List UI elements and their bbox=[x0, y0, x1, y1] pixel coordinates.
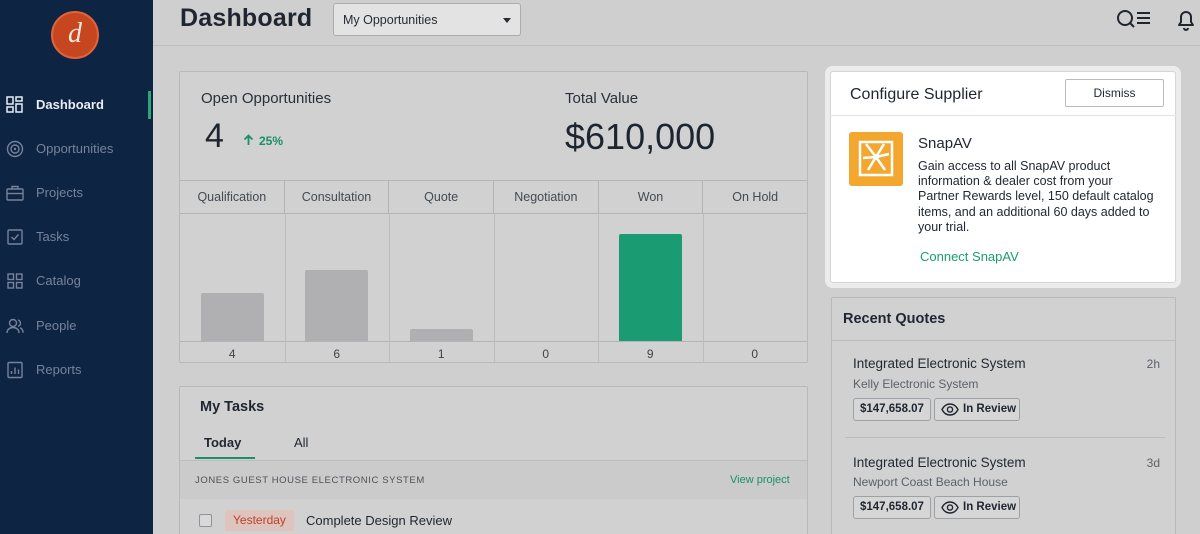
stage-negotiation[interactable]: Negotiation bbox=[494, 181, 599, 213]
briefcase-icon bbox=[6, 185, 24, 201]
quote-status-badge: In Review bbox=[934, 398, 1020, 421]
view-project-link[interactable]: View project bbox=[730, 474, 790, 486]
stage-count: 4 bbox=[228, 347, 236, 361]
open-opportunities-value: 4 bbox=[205, 117, 224, 155]
stage-count: 1 bbox=[437, 347, 445, 361]
sidebar-item-label: Tasks bbox=[36, 229, 70, 244]
sidebar: d Dashboard Opportunities Projects Tasks… bbox=[0, 0, 153, 534]
stage-qualification[interactable]: Qualification bbox=[180, 181, 285, 213]
dropdown-value: My Opportunities bbox=[343, 13, 438, 27]
bell-icon[interactable] bbox=[1174, 8, 1198, 32]
stage-count: 0 bbox=[542, 347, 550, 361]
configure-supplier-title: Configure Supplier bbox=[850, 86, 983, 103]
connect-supplier-link[interactable]: Connect SnapAV bbox=[920, 249, 1019, 264]
open-opportunities-label: Open Opportunities bbox=[201, 90, 332, 107]
task-name[interactable]: Complete Design Review bbox=[306, 513, 452, 528]
eye-icon bbox=[941, 501, 959, 514]
stage-consultation[interactable]: Consultation bbox=[285, 181, 390, 213]
snapav-logo-icon bbox=[849, 132, 903, 186]
app-logo[interactable]: d bbox=[51, 11, 99, 59]
total-value: $610,000 bbox=[565, 116, 716, 157]
quote-age: 2h bbox=[1146, 357, 1160, 371]
sidebar-item-catalog[interactable]: Catalog bbox=[0, 268, 153, 294]
reports-icon bbox=[7, 361, 23, 379]
quote-client: Newport Coast Beach House bbox=[853, 475, 1008, 489]
tasks-title: My Tasks bbox=[200, 399, 265, 415]
eye-icon bbox=[941, 403, 959, 416]
stage-won[interactable]: Won bbox=[599, 181, 704, 213]
sidebar-item-dashboard[interactable]: Dashboard bbox=[0, 92, 153, 118]
search-list-icon[interactable] bbox=[1116, 8, 1152, 32]
bar-consultation[interactable] bbox=[305, 270, 369, 341]
header-divider bbox=[153, 45, 1200, 46]
sidebar-item-label: Reports bbox=[36, 362, 82, 377]
dismiss-button[interactable]: Dismiss bbox=[1065, 79, 1164, 107]
sidebar-item-people[interactable]: People bbox=[0, 313, 153, 339]
quote-name[interactable]: Integrated Electronic System bbox=[853, 455, 1026, 470]
quote-status-label: In Review bbox=[963, 403, 1017, 415]
arrow-up-icon bbox=[243, 134, 254, 145]
total-value-label: Total Value bbox=[565, 90, 639, 107]
column-divider bbox=[389, 214, 390, 362]
bar-quote[interactable] bbox=[409, 329, 473, 341]
task-due-badge: Yesterday bbox=[225, 510, 294, 531]
trend-value: 25% bbox=[259, 134, 284, 148]
quote-client: Kelly Electronic System bbox=[853, 377, 979, 391]
sidebar-item-projects[interactable]: Projects bbox=[0, 180, 153, 206]
active-tab-indicator bbox=[195, 457, 255, 459]
task-checkbox[interactable] bbox=[199, 514, 212, 527]
opportunity-filter-dropdown[interactable]: My Opportunities bbox=[333, 3, 521, 36]
checkbox-icon bbox=[7, 229, 23, 245]
sidebar-item-label: Catalog bbox=[36, 273, 81, 288]
pipeline-stages: Qualification Consultation Quote Negotiatio… bbox=[180, 180, 807, 214]
tab-today[interactable]: Today bbox=[204, 435, 241, 450]
sidebar-item-tasks[interactable]: Tasks bbox=[0, 224, 153, 250]
dashboard-icon bbox=[6, 96, 23, 113]
logo-letter: d bbox=[68, 18, 82, 49]
bar-won[interactable] bbox=[618, 234, 682, 341]
sidebar-item-label: Projects bbox=[36, 185, 83, 200]
tab-all[interactable]: All bbox=[294, 435, 308, 450]
stage-quote[interactable]: Quote bbox=[389, 181, 495, 213]
sidebar-item-label: Dashboard bbox=[36, 97, 104, 112]
target-icon bbox=[6, 140, 24, 158]
quote-status-label: In Review bbox=[963, 501, 1017, 513]
catalog-icon bbox=[7, 273, 23, 289]
quote-divider bbox=[845, 437, 1165, 438]
caret-down-icon bbox=[503, 18, 511, 23]
config-divider bbox=[830, 115, 1176, 116]
task-group-label: JONES GUEST HOUSE ELECTRONIC SYSTEM bbox=[195, 475, 425, 486]
recent-quotes-title: Recent Quotes bbox=[843, 311, 946, 327]
bar-qualification[interactable] bbox=[200, 293, 264, 341]
quote-status-badge: In Review bbox=[934, 496, 1020, 519]
sidebar-item-label: People bbox=[36, 318, 77, 333]
active-nav-indicator bbox=[148, 91, 151, 119]
supplier-description: Gain access to all SnapAV product inform… bbox=[918, 159, 1154, 234]
sidebar-item-reports[interactable]: Reports bbox=[0, 357, 153, 383]
page-title: Dashboard bbox=[180, 4, 313, 32]
stage-count: 9 bbox=[646, 347, 654, 361]
column-divider bbox=[284, 214, 286, 362]
stage-on-hold[interactable]: On Hold bbox=[703, 181, 807, 213]
quote-amount-badge: $147,658.07 bbox=[853, 398, 931, 421]
supplier-name: SnapAV bbox=[918, 135, 972, 152]
stage-count: 0 bbox=[751, 347, 759, 361]
sidebar-item-label: Opportunities bbox=[36, 141, 114, 156]
quotes-divider bbox=[831, 340, 1176, 341]
quote-name[interactable]: Integrated Electronic System bbox=[853, 356, 1026, 371]
sidebar-item-opportunities[interactable]: Opportunities bbox=[0, 136, 153, 162]
column-divider bbox=[702, 214, 704, 362]
stage-count: 6 bbox=[333, 347, 341, 361]
column-divider bbox=[493, 214, 495, 362]
quote-amount-badge: $147,658.07 bbox=[853, 496, 931, 519]
people-icon bbox=[6, 318, 24, 334]
column-divider bbox=[598, 214, 599, 362]
quote-age: 3d bbox=[1146, 456, 1160, 470]
